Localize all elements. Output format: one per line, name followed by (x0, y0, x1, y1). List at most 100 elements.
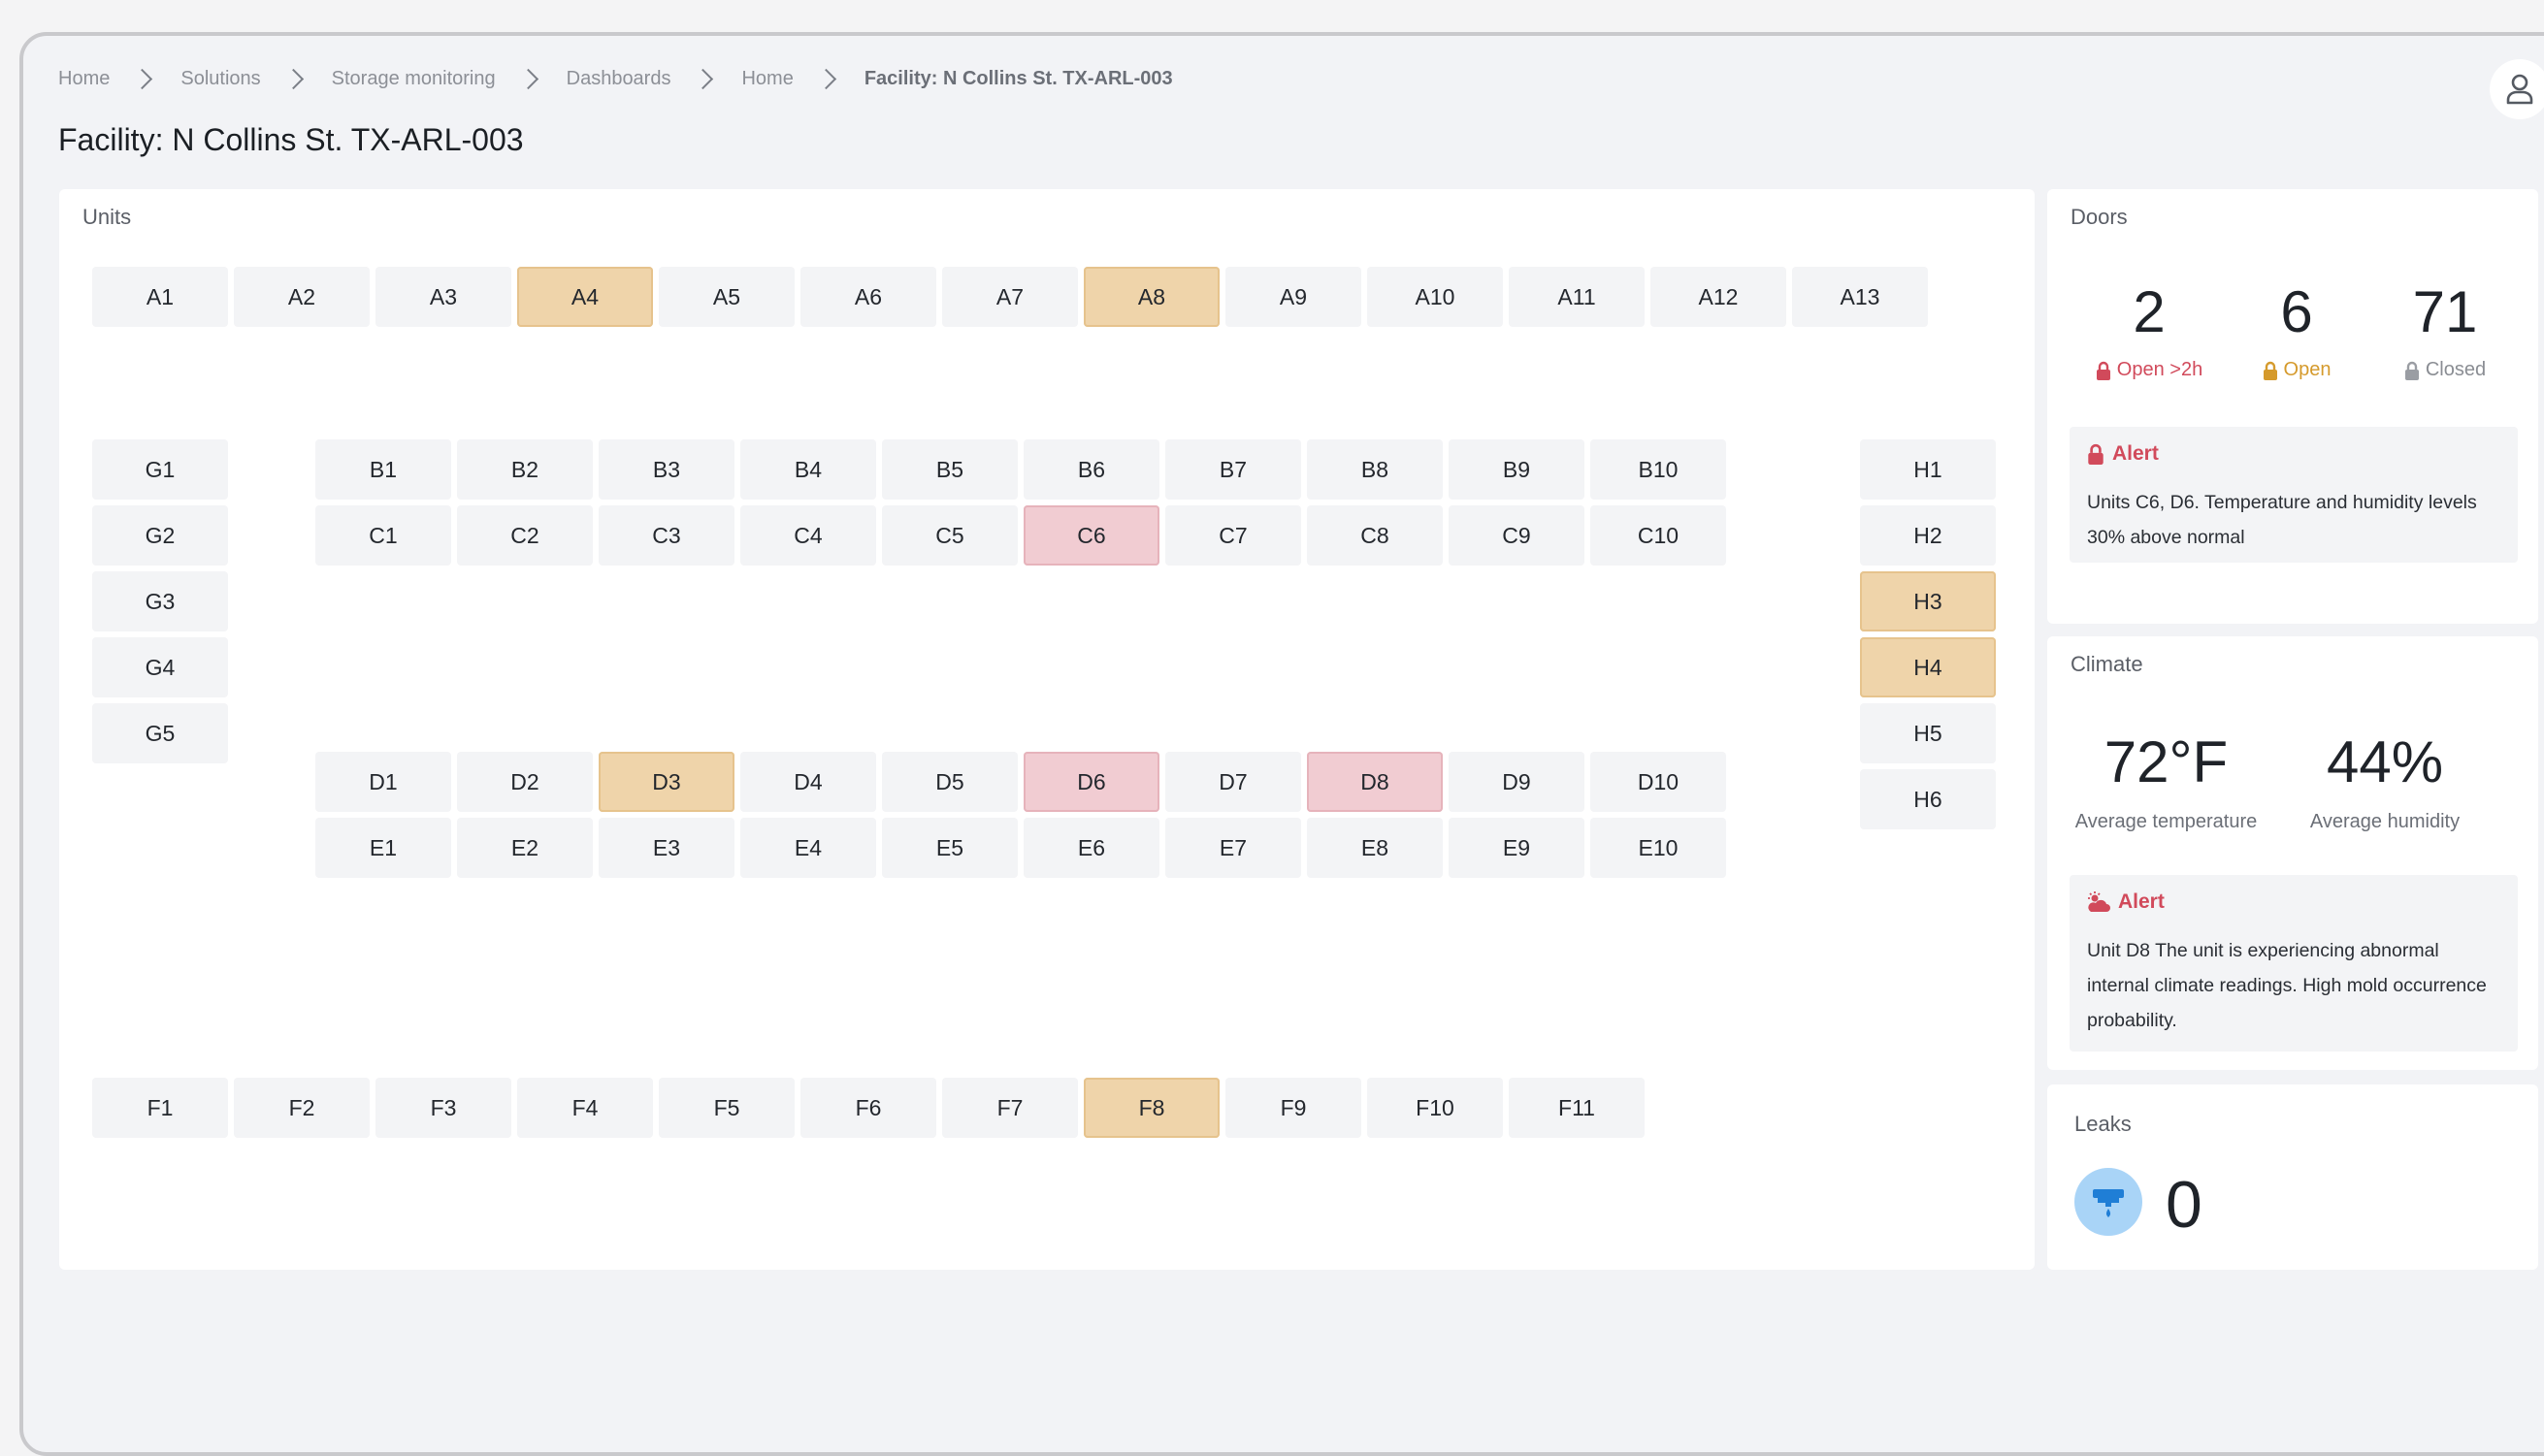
unit-f6[interactable]: F6 (800, 1078, 936, 1138)
doors-closed-stat[interactable]: 71 Closed (2387, 283, 2503, 381)
unit-a1[interactable]: A1 (92, 267, 228, 327)
average-temperature-label: Average temperature (2074, 811, 2258, 832)
unit-e10[interactable]: E10 (1590, 818, 1726, 878)
unit-e1[interactable]: E1 (315, 818, 451, 878)
unit-f1[interactable]: F1 (92, 1078, 228, 1138)
unit-a8[interactable]: A8 (1084, 267, 1220, 327)
unit-c8[interactable]: C8 (1307, 505, 1443, 566)
breadcrumb-dashboards[interactable]: Dashboards (567, 68, 671, 90)
unit-d2[interactable]: D2 (457, 752, 593, 812)
unit-e9[interactable]: E9 (1449, 818, 1584, 878)
unit-b4[interactable]: B4 (740, 439, 876, 500)
unit-d7[interactable]: D7 (1165, 752, 1301, 812)
unit-a4[interactable]: A4 (517, 267, 653, 327)
average-humidity-stat: 44% Average humidity (2298, 733, 2472, 833)
unit-d5[interactable]: D5 (882, 752, 1018, 812)
doors-title: Doors (2071, 205, 2128, 229)
doors-open-2h-stat[interactable]: 2 Open >2h (2076, 283, 2222, 381)
unit-f7[interactable]: F7 (942, 1078, 1078, 1138)
unit-b2[interactable]: B2 (457, 439, 593, 500)
lock-closed-icon (2404, 361, 2419, 380)
doors-closed-label: Closed (2425, 359, 2487, 380)
unit-g5[interactable]: G5 (92, 703, 228, 763)
unit-a12[interactable]: A12 (1650, 267, 1786, 327)
unit-h5[interactable]: H5 (1860, 703, 1996, 763)
unit-b1[interactable]: B1 (315, 439, 451, 500)
unit-c4[interactable]: C4 (740, 505, 876, 566)
unit-a6[interactable]: A6 (800, 267, 936, 327)
unit-e7[interactable]: E7 (1165, 818, 1301, 878)
unit-f8[interactable]: F8 (1084, 1078, 1220, 1138)
unit-c1[interactable]: C1 (315, 505, 451, 566)
unit-f5[interactable]: F5 (659, 1078, 795, 1138)
unit-e8[interactable]: E8 (1307, 818, 1443, 878)
unit-h2[interactable]: H2 (1860, 505, 1996, 566)
unit-f3[interactable]: F3 (375, 1078, 511, 1138)
unit-f11[interactable]: F11 (1509, 1078, 1645, 1138)
units-title: Units (82, 205, 132, 229)
unit-g3[interactable]: G3 (92, 571, 228, 631)
doors-open-2h-label: Open >2h (2116, 359, 2203, 380)
unit-a9[interactable]: A9 (1225, 267, 1361, 327)
unit-h4[interactable]: H4 (1860, 637, 1996, 697)
unit-d6[interactable]: D6 (1024, 752, 1159, 812)
doors-alert-title: Alert (2112, 442, 2159, 465)
unit-b10[interactable]: B10 (1590, 439, 1726, 500)
unit-b7[interactable]: B7 (1165, 439, 1301, 500)
unit-a5[interactable]: A5 (659, 267, 795, 327)
unit-g1[interactable]: G1 (92, 439, 228, 500)
breadcrumb-solutions[interactable]: Solutions (180, 68, 260, 90)
unit-b6[interactable]: B6 (1024, 439, 1159, 500)
unit-e6[interactable]: E6 (1024, 818, 1159, 878)
unit-a3[interactable]: A3 (375, 267, 511, 327)
unit-a7[interactable]: A7 (942, 267, 1078, 327)
unit-d3[interactable]: D3 (599, 752, 734, 812)
unit-f9[interactable]: F9 (1225, 1078, 1361, 1138)
unit-h1[interactable]: H1 (1860, 439, 1996, 500)
climate-alert: Alert Unit D8 The unit is experiencing a… (2070, 875, 2518, 1052)
unit-c6[interactable]: C6 (1024, 505, 1159, 566)
breadcrumb-home[interactable]: Home (58, 68, 110, 90)
unit-b8[interactable]: B8 (1307, 439, 1443, 500)
chevron-right-icon (815, 68, 836, 89)
unit-a11[interactable]: A11 (1509, 267, 1645, 327)
doors-alert: Alert Units C6, D6. Temperature and humi… (2070, 427, 2518, 563)
unit-a13[interactable]: A13 (1792, 267, 1928, 327)
doors-open-stat[interactable]: 6 Open (2243, 283, 2350, 381)
unit-g2[interactable]: G2 (92, 505, 228, 566)
unit-e5[interactable]: E5 (882, 818, 1018, 878)
unit-a10[interactable]: A10 (1367, 267, 1503, 327)
unit-c5[interactable]: C5 (882, 505, 1018, 566)
unit-c9[interactable]: C9 (1449, 505, 1584, 566)
unit-f4[interactable]: F4 (517, 1078, 653, 1138)
unit-h6[interactable]: H6 (1860, 769, 1996, 829)
unit-h3[interactable]: H3 (1860, 571, 1996, 631)
unit-c3[interactable]: C3 (599, 505, 734, 566)
unit-b5[interactable]: B5 (882, 439, 1018, 500)
breadcrumb-storage-monitoring[interactable]: Storage monitoring (332, 68, 496, 90)
unit-d4[interactable]: D4 (740, 752, 876, 812)
unit-f2[interactable]: F2 (234, 1078, 370, 1138)
unit-e2[interactable]: E2 (457, 818, 593, 878)
unit-b3[interactable]: B3 (599, 439, 734, 500)
units-panel: Units A1 A2 A3 A4 A5 A6 A7 A8 A9 A10 A11 A12 A13 G1 G2… (59, 189, 2035, 1270)
unit-b9[interactable]: B9 (1449, 439, 1584, 500)
unit-d8[interactable]: D8 (1307, 752, 1443, 812)
unit-c10[interactable]: C10 (1590, 505, 1726, 566)
unit-d9[interactable]: D9 (1449, 752, 1584, 812)
unit-g4[interactable]: G4 (92, 637, 228, 697)
unit-c7[interactable]: C7 (1165, 505, 1301, 566)
breadcrumb-home-dashboard[interactable]: Home (741, 68, 793, 90)
lock-open-icon (2263, 361, 2277, 380)
unit-a2[interactable]: A2 (234, 267, 370, 327)
climate-alert-text: Unit D8 The unit is experiencing abnorma… (2087, 940, 2487, 1031)
unit-d1[interactable]: D1 (315, 752, 451, 812)
unit-d10[interactable]: D10 (1590, 752, 1726, 812)
breadcrumb: Home Solutions Storage monitoring Dashbo… (58, 64, 1173, 93)
unit-c2[interactable]: C2 (457, 505, 593, 566)
lock-open-icon (2088, 443, 2104, 465)
unit-f10[interactable]: F10 (1367, 1078, 1503, 1138)
user-menu-button[interactable] (2490, 59, 2544, 119)
unit-e4[interactable]: E4 (740, 818, 876, 878)
unit-e3[interactable]: E3 (599, 818, 734, 878)
